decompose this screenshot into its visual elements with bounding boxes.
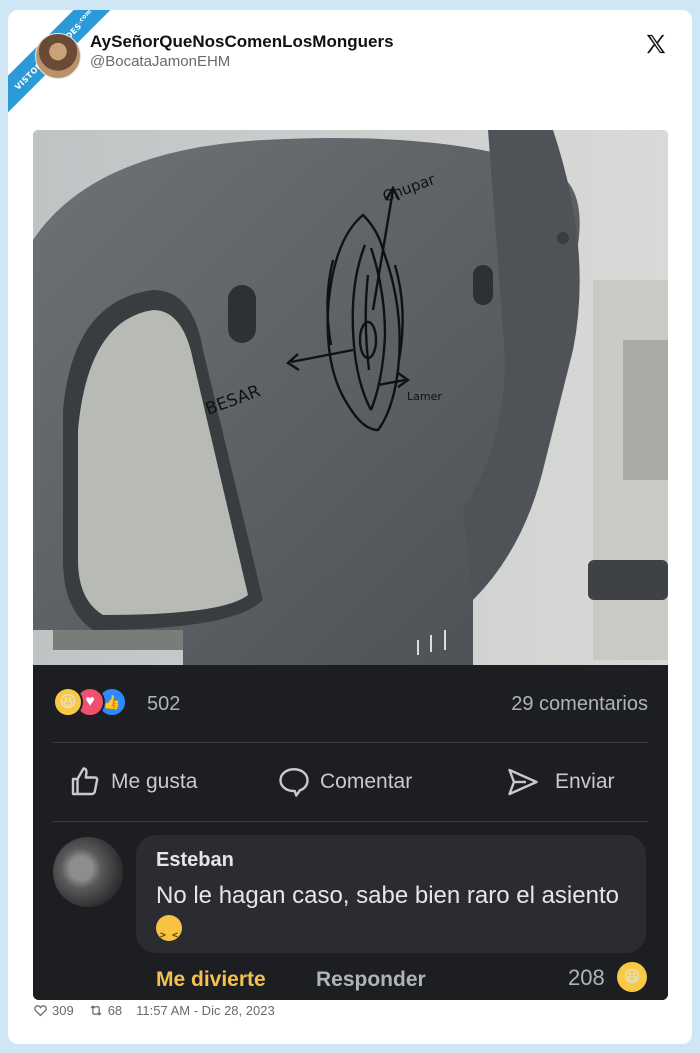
comment-reaction-label[interactable]: Me divierte bbox=[156, 968, 266, 992]
like-label: Me gusta bbox=[111, 770, 198, 793]
timestamp[interactable]: 11:57 AM - Dic 28, 2023 bbox=[136, 1003, 275, 1018]
watermark-suffix: .com bbox=[75, 10, 94, 26]
send-button[interactable]: Enviar bbox=[505, 764, 615, 800]
thumbs-up-icon bbox=[71, 767, 99, 796]
divider bbox=[53, 821, 648, 822]
drawing-label-right: Lamer bbox=[407, 390, 442, 403]
heart-icon bbox=[34, 1005, 47, 1017]
like-button[interactable]: Me gusta bbox=[67, 764, 197, 800]
retweet-count-value: 68 bbox=[107, 1003, 123, 1018]
comment-text: No le hagan caso, sabe bien raro el asie… bbox=[156, 879, 626, 953]
comment-button[interactable]: Comentar bbox=[276, 764, 412, 800]
commenter-avatar[interactable] bbox=[53, 837, 123, 907]
post-image[interactable]: Chupar BESAR Lamer 😆 ♥ 👍 502 29 comentar… bbox=[33, 130, 668, 1000]
send-icon bbox=[508, 768, 538, 796]
retweet-icon bbox=[90, 1005, 102, 1016]
haha-reaction-icon: 😆 bbox=[53, 687, 83, 717]
retweet-count[interactable]: 68 bbox=[88, 1003, 122, 1018]
divider bbox=[53, 742, 648, 743]
like-count[interactable]: 309 bbox=[33, 1003, 74, 1018]
avatar[interactable] bbox=[35, 33, 81, 79]
like-count-value: 309 bbox=[52, 1003, 74, 1018]
send-label: Enviar bbox=[555, 770, 615, 793]
bus-seat-photo: Chupar BESAR Lamer bbox=[33, 130, 668, 665]
comment-body: No le hagan caso, sabe bien raro el asie… bbox=[156, 882, 619, 909]
user-handle[interactable]: @BocataJamonEHM bbox=[90, 53, 230, 70]
comment-label: Comentar bbox=[320, 770, 413, 793]
comment-reaction-count[interactable]: 208 bbox=[568, 965, 605, 991]
reaction-count[interactable]: 502 bbox=[147, 693, 180, 716]
tired-face-emoji-icon bbox=[156, 915, 182, 953]
facebook-post-footer: 😆 ♥ 👍 502 29 comentarios Me gusta Coment… bbox=[33, 665, 668, 1000]
comments-count[interactable]: 29 comentarios bbox=[511, 693, 648, 716]
haha-reaction-icon: 😆 bbox=[617, 962, 647, 992]
reaction-icons[interactable]: 😆 ♥ 👍 bbox=[53, 687, 127, 717]
tweet-footer: 309 68 11:57 AM - Dic 28, 2023 bbox=[33, 1003, 289, 1018]
display-name[interactable]: AySeñorQueNosComenLosMonguers bbox=[90, 32, 394, 52]
comment-bubble: Esteban No le hagan caso, sabe bien raro… bbox=[136, 835, 646, 953]
reply-button[interactable]: Responder bbox=[316, 968, 426, 992]
x-logo-icon[interactable] bbox=[645, 33, 667, 55]
comment-author[interactable]: Esteban bbox=[156, 849, 234, 872]
speech-bubble-icon bbox=[279, 768, 309, 797]
